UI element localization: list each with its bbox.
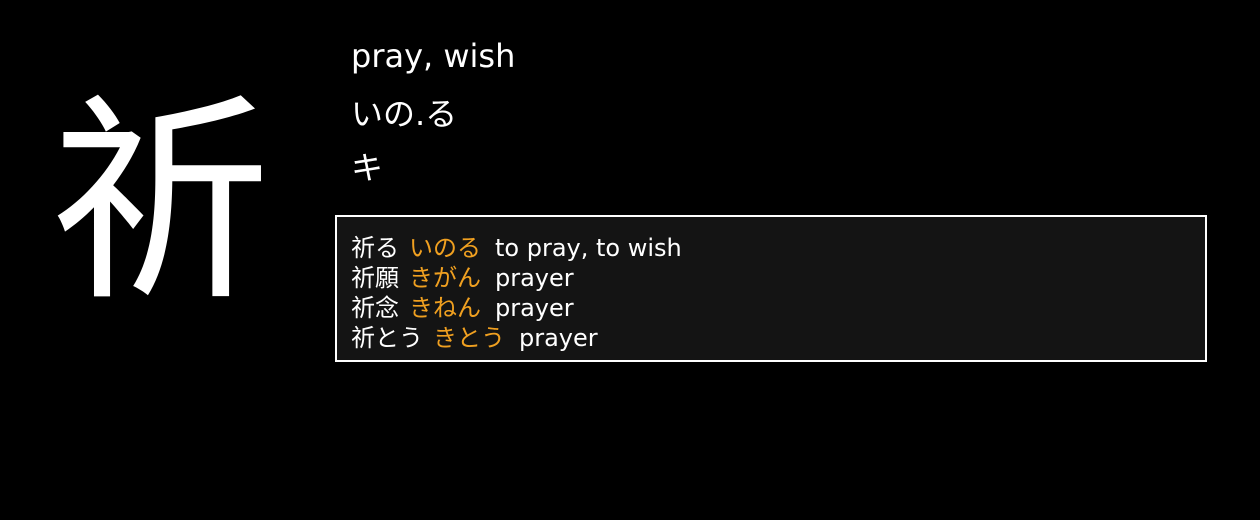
vocab-row: 祈念 きねん prayer <box>351 293 1191 323</box>
vocab-panel: 祈る いのる to pray, to wish 祈願 きがん prayer 祈念 きねん p… <box>335 215 1207 362</box>
vocab-word: 祈とう <box>351 324 423 352</box>
vocab-row: 祈る いのる to pray, to wish <box>351 233 1191 263</box>
kanji-info: pray, wish いの.る キ <box>351 34 1231 190</box>
vocab-reading: きねん <box>409 294 481 322</box>
vocab-gloss: prayer <box>495 294 574 322</box>
vocab-reading: きとう <box>433 324 505 352</box>
vocab-word: 祈念 <box>351 294 399 322</box>
vocab-word: 祈願 <box>351 264 399 292</box>
on-reading: キ <box>351 149 384 187</box>
vocab-row: 祈願 きがん prayer <box>351 263 1191 293</box>
kun-reading: いの.る <box>351 95 458 133</box>
vocab-row: 祈とう きとう prayer <box>351 323 1191 353</box>
vocab-gloss: prayer <box>495 264 574 292</box>
vocab-reading: いのる <box>409 234 481 262</box>
vocab-reading: きがん <box>409 264 481 292</box>
vocab-gloss: prayer <box>519 324 598 352</box>
kanji-character: 祈 <box>50 75 271 331</box>
vocab-word: 祈る <box>351 234 399 262</box>
kanji-meaning: pray, wish <box>351 37 516 75</box>
vocab-gloss: to pray, to wish <box>495 234 682 262</box>
